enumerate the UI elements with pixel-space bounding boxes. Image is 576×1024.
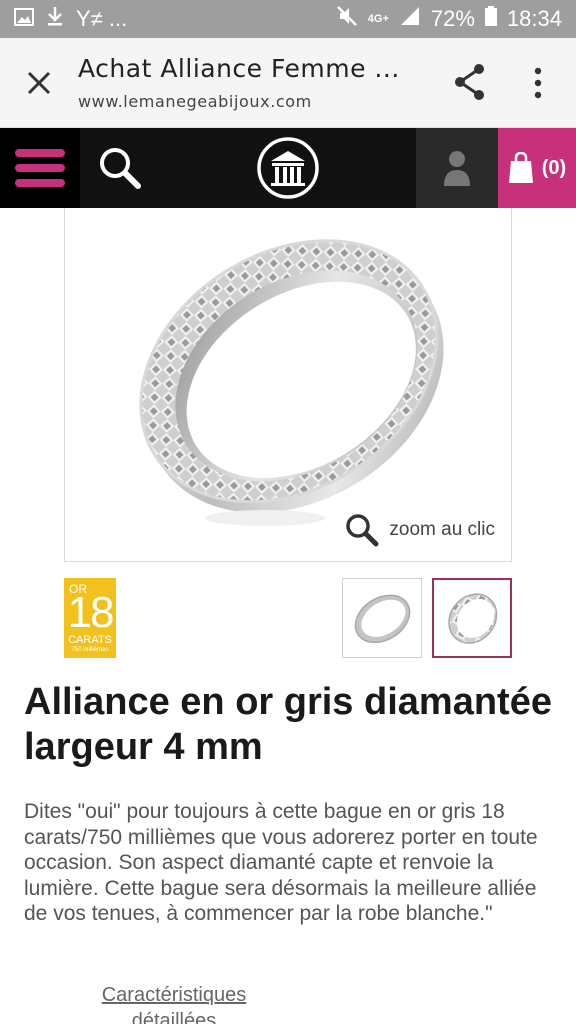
search-icon[interactable] [80,128,160,208]
site-logo-icon[interactable] [250,136,326,200]
more-menu-icon[interactable] [526,66,550,100]
page-url: www.lemanegeabijoux.com [78,92,312,111]
site-nav: (0) [0,128,576,208]
thumbnail-ring-diamond[interactable] [432,578,512,658]
status-bar: Y≠ ... 4G+ 72% 18:34 [0,0,576,38]
ring-image [139,239,444,526]
magnifier-icon [346,514,379,547]
thumbnail-ring-plain[interactable] [342,578,422,658]
network-type: 4G+ [367,13,389,25]
product-main-image[interactable]: zoom au clic [64,208,512,562]
gallery-notification-icon [14,6,34,32]
battery-percent: 72% [430,6,475,31]
details-link[interactable]: Caractéristiques détaillées [64,982,284,1024]
status-left: Y≠ ... [14,6,127,32]
status-right: 4G+ 72% 18:34 [336,5,562,33]
shopping-bag-icon [508,152,533,183]
close-icon[interactable] [20,64,58,102]
cart-button[interactable]: (0) [498,128,576,208]
clock: 18:34 [506,6,562,31]
notification-text: Y≠ ... [76,6,128,31]
badge-number: 18 [67,588,115,637]
custom-tab-header: Achat Alliance Femme ... www.lemanegeabi… [0,38,576,128]
zoom-label: zoom au clic [389,519,495,540]
cart-count: (0) [541,156,567,179]
hamburger-menu-icon[interactable] [0,128,80,208]
mute-icon [336,5,358,33]
product-title: Alliance en or gris diamantée largeur 4 … [24,681,552,768]
page-title: Achat Alliance Femme ... [78,54,400,83]
badge-millesimes: 750 millièmes [71,647,109,653]
product-description: Dites "oui" pour toujours à cette bague … [24,800,538,925]
signal-icon [399,6,421,32]
zoom-hint[interactable]: zoom au clic [345,513,495,547]
share-icon[interactable] [452,62,488,102]
battery-icon [484,6,497,32]
user-account-icon[interactable] [416,128,498,208]
badge-carats: CARATS [68,634,112,646]
gold-18-carats-badge: OR 18 CARATS 750 millièmes [64,578,116,658]
download-icon [46,6,64,32]
